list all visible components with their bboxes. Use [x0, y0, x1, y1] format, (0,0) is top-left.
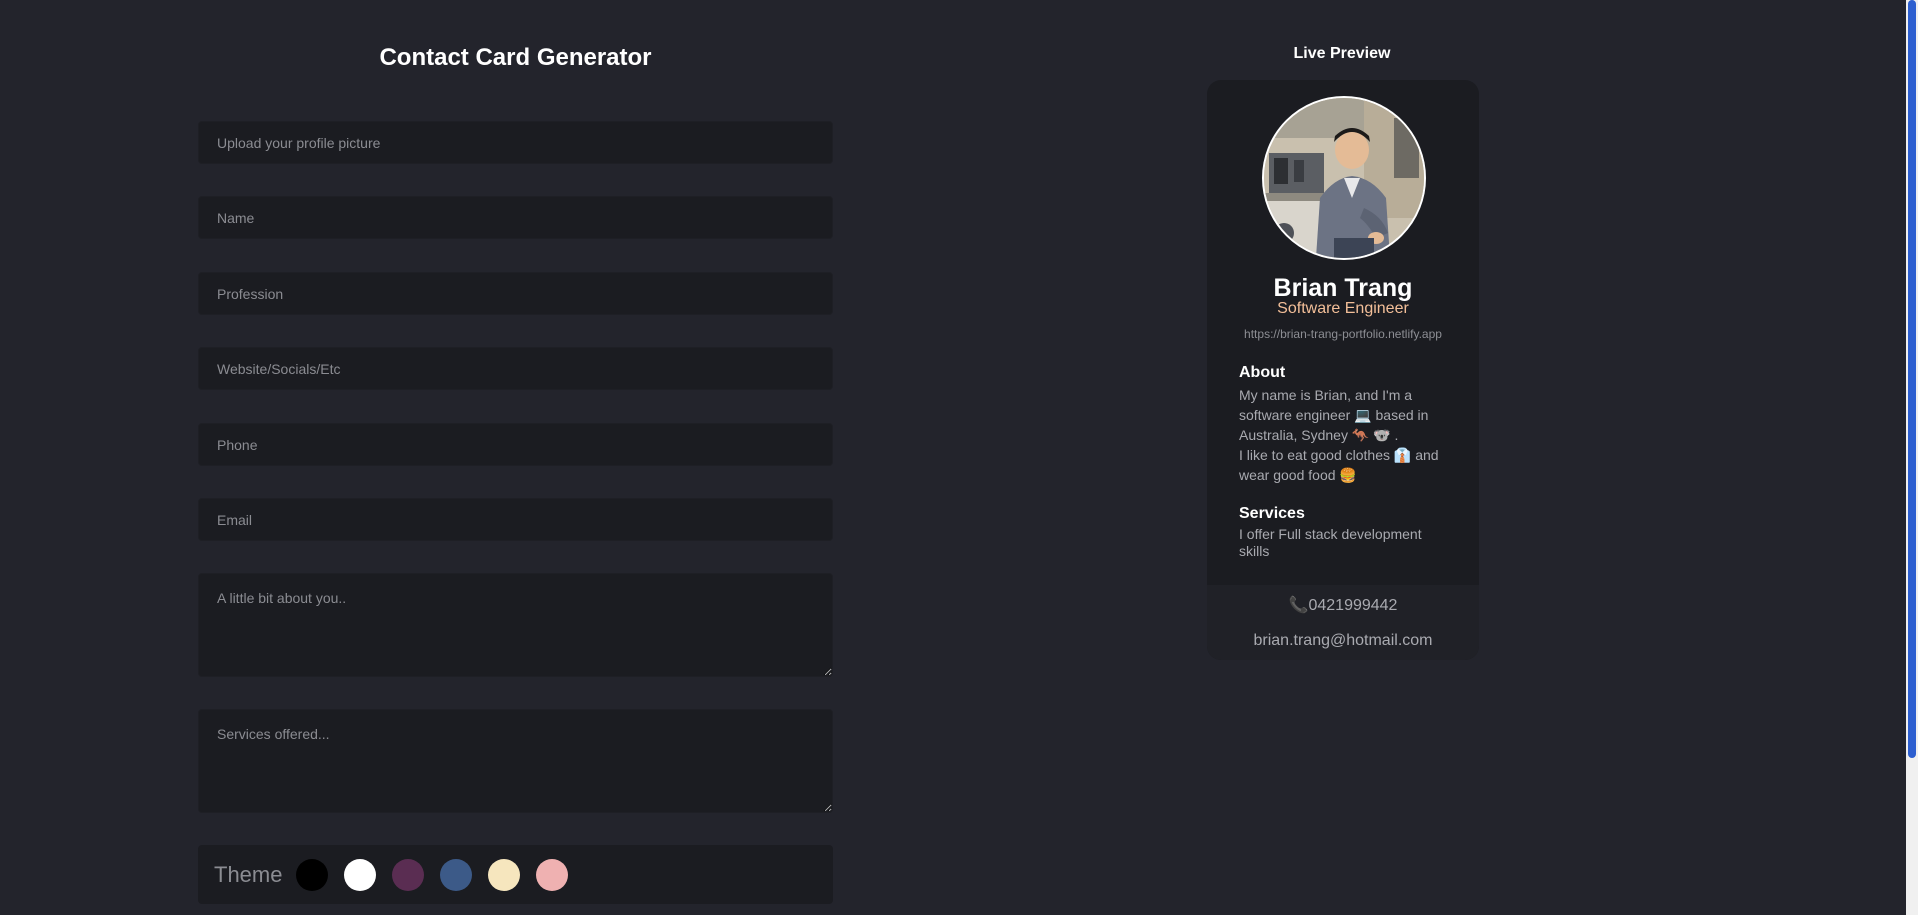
about-textarea[interactable]: [198, 573, 833, 677]
theme-swatch-pink[interactable]: [536, 858, 569, 891]
about-line-2: I like to eat good clothes 👔 and wear go…: [1239, 447, 1439, 483]
name-input[interactable]: [198, 196, 833, 239]
card-profession: Software Engineer: [1277, 300, 1409, 317]
card-footer: 📞0421999442 brian.trang@hotmail.com: [1207, 585, 1479, 660]
theme-swatch-white[interactable]: [344, 858, 377, 891]
about-line-1: My name is Brian, and I'm a software eng…: [1239, 387, 1429, 443]
scrollbar-track[interactable]: [1906, 0, 1918, 915]
theme-swatch-black[interactable]: [296, 858, 329, 891]
about-text: My name is Brian, and I'm a software eng…: [1239, 385, 1451, 485]
contact-card-preview: Brian Trang Software Engineer https://br…: [1207, 80, 1479, 660]
avatar: [1262, 96, 1426, 260]
scrollbar-thumb[interactable]: [1908, 0, 1916, 758]
card-email[interactable]: brian.trang@hotmail.com: [1207, 632, 1479, 650]
card-phone[interactable]: 📞0421999442: [1207, 595, 1479, 615]
theme-selector: Theme: [198, 845, 833, 904]
theme-label: Theme: [214, 861, 283, 887]
about-heading: About: [1239, 364, 1286, 381]
card-website-link[interactable]: https://brian-trang-portfolio.netlify.ap…: [1207, 327, 1479, 341]
services-heading: Services: [1239, 505, 1305, 522]
theme-swatch-cream[interactable]: [488, 858, 521, 891]
profile-picture-upload-input[interactable]: [198, 121, 833, 164]
form-title: Contact Card Generator: [379, 44, 652, 71]
website-input[interactable]: [198, 347, 833, 390]
theme-swatch-plum[interactable]: [392, 858, 425, 891]
email-input[interactable]: [198, 498, 833, 541]
phone-icon: 📞: [1288, 597, 1309, 614]
preview-title: Live Preview: [1293, 45, 1391, 62]
services-textarea[interactable]: [198, 709, 833, 813]
services-text: I offer Full stack development skills: [1239, 526, 1422, 559]
phone-input[interactable]: [198, 423, 833, 466]
profile-photo: [1264, 98, 1424, 258]
profession-input[interactable]: [198, 272, 833, 315]
theme-swatch-blue[interactable]: [440, 858, 473, 891]
card-name: Brian Trang: [1273, 274, 1413, 302]
card-phone-number: 0421999442: [1308, 597, 1398, 614]
page: Contact Card Generator Theme Live Previe…: [0, 0, 1918, 915]
